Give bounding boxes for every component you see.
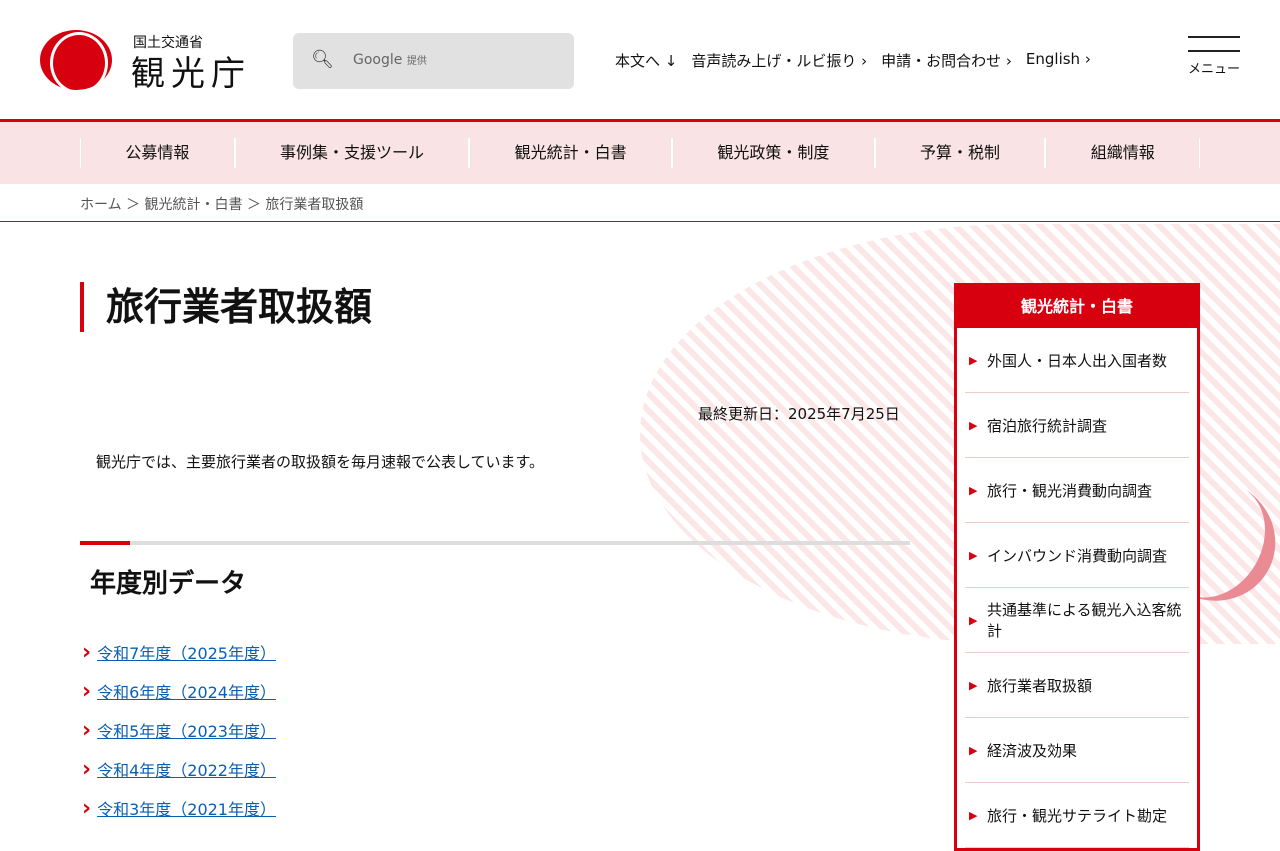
nav-item[interactable]: 事例集・支援ツール — [234, 138, 470, 168]
english-link[interactable]: English › — [1026, 50, 1091, 71]
section-divider — [80, 541, 910, 545]
nav-item[interactable]: 観光政策・制度 — [672, 138, 875, 168]
voice-ruby-link[interactable]: 音声読み上げ・ルビ振り › — [691, 50, 867, 71]
skip-link[interactable]: 本文へ ↓ — [615, 50, 677, 71]
breadcrumb[interactable]: ホーム ＞ 観光統計・白書 ＞ 旅行業者取扱額 — [0, 184, 1280, 222]
search-icon[interactable]: 🔍︎ — [311, 49, 334, 70]
header: 国土交通省 観光庁 🔍︎ Google 提供 本文へ ↓ 音声読み上げ・ルビ振り… — [0, 0, 1280, 122]
nav-item[interactable]: 公募情報 — [80, 138, 235, 168]
contact-link[interactable]: 申請・お問合わせ › — [881, 50, 1012, 71]
google-label: Google — [353, 52, 403, 68]
year-link[interactable]: 令和3年度（2021年度） — [97, 800, 276, 819]
side-nav: 観光統計・白書 外国人・日本人出入国者数 宿泊旅行統計調査 旅行・観光消費動向調… — [954, 283, 1200, 851]
search-input[interactable]: 🔍︎ Google 提供 — [293, 33, 574, 89]
agency-name[interactable]: 観光庁 — [131, 46, 251, 95]
page-title: 旅行業者取扱額 — [80, 282, 372, 332]
hamburger-icon — [1188, 36, 1240, 38]
year-links: 令和7年度（2025年度） 令和6年度（2024年度） 令和5年度（2023年度… — [82, 640, 276, 835]
year-link[interactable]: 令和5年度（2023年度） — [97, 722, 276, 741]
side-nav-item[interactable]: 宿泊旅行統計調査 — [965, 393, 1189, 458]
nav-item[interactable]: 組織情報 — [1045, 138, 1201, 168]
side-nav-item[interactable]: 旅行・観光サテライト勘定 — [965, 783, 1189, 848]
section-heading: 年度別データ — [90, 569, 247, 599]
nav-item[interactable]: 予算・税制 — [874, 138, 1046, 168]
list-item: 令和3年度（2021年度） — [82, 796, 276, 835]
side-nav-title[interactable]: 観光統計・白書 — [957, 286, 1197, 328]
list-item: 令和7年度（2025年度） — [82, 640, 276, 679]
menu-label: メニュー — [1188, 62, 1241, 77]
nav-item[interactable]: 観光統計・白書 — [469, 138, 673, 168]
side-nav-item[interactable]: 外国人・日本人出入国者数 — [965, 328, 1189, 393]
year-link[interactable]: 令和7年度（2025年度） — [97, 644, 276, 663]
side-nav-item[interactable]: 旅行・観光消費動向調査 — [965, 458, 1189, 523]
side-nav-item[interactable]: インバウンド消費動向調査 — [965, 523, 1189, 588]
side-nav-item[interactable]: 旅行業者取扱額 — [965, 653, 1189, 718]
last-updated: 最終更新日：2025年7月25日 — [698, 405, 900, 423]
global-nav: 公募情報 事例集・支援ツール 観光統計・白書 観光政策・制度 予算・税制 組織情… — [0, 122, 1280, 184]
side-nav-item[interactable]: 経済波及効果 — [965, 718, 1189, 783]
year-link[interactable]: 令和4年度（2022年度） — [97, 761, 276, 780]
list-item: 令和6年度（2024年度） — [82, 679, 276, 718]
side-nav-item[interactable]: 共通基準による観光入込客統計 — [965, 588, 1189, 653]
intro-text: 観光庁では、主要旅行業者の取扱額を毎月速報で公表しています。 — [96, 453, 545, 471]
list-item: 令和4年度（2022年度） — [82, 757, 276, 796]
google-sub: 提供 — [406, 56, 427, 67]
year-link[interactable]: 令和6年度（2024年度） — [97, 683, 276, 702]
list-item: 令和5年度（2023年度） — [82, 718, 276, 757]
menu-button[interactable]: メニュー — [1188, 36, 1240, 77]
agency-logo[interactable] — [40, 30, 112, 94]
